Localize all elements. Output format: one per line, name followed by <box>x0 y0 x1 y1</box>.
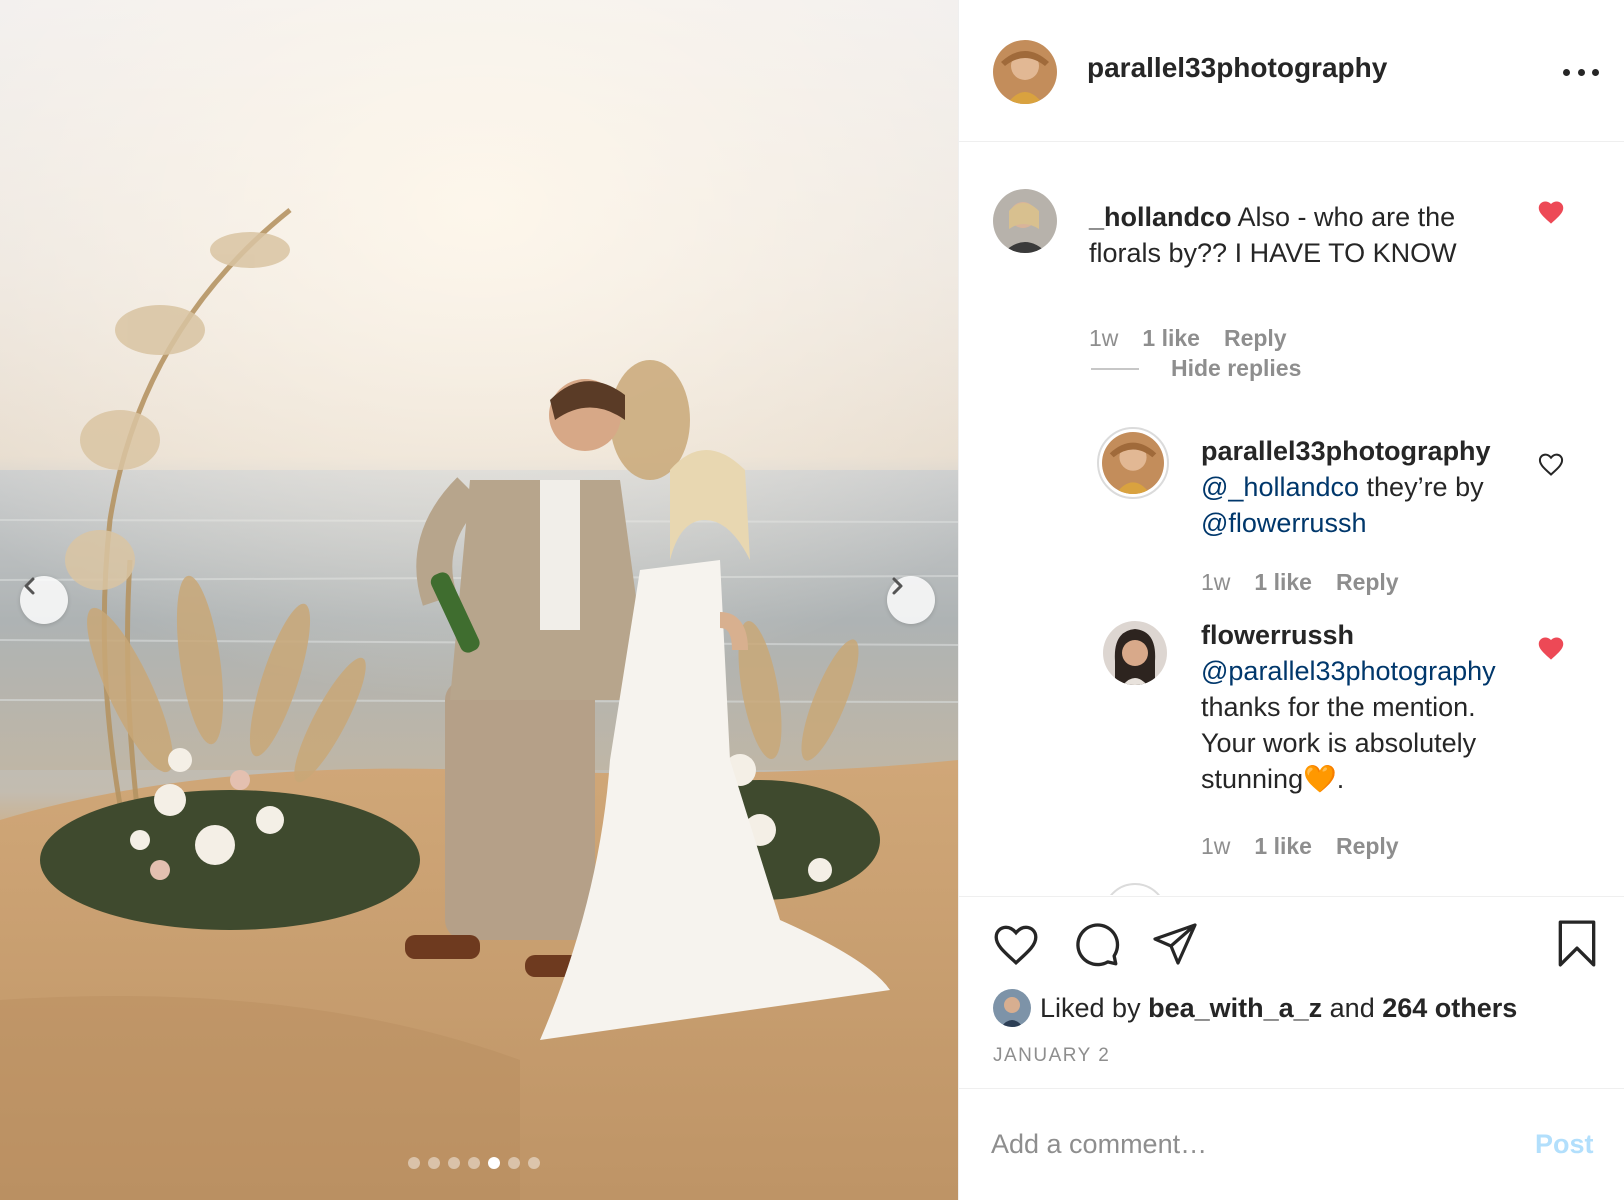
previous-photo-button[interactable] <box>20 576 68 624</box>
dot-icon <box>1563 68 1570 76</box>
reply-meta: 1w 1 like Reply <box>1201 833 1399 860</box>
reply-body-line: stunning🧡. <box>1201 764 1345 794</box>
reply-text: parallel33photography @_hollandco they’r… <box>1201 433 1541 541</box>
comment-heart-filled-icon[interactable] <box>1537 199 1565 225</box>
bookmark-icon <box>1558 920 1596 967</box>
next-photo-button[interactable] <box>887 576 935 624</box>
hide-replies-label: Hide replies <box>1171 355 1302 381</box>
comment-likes[interactable]: 1 like <box>1142 325 1200 352</box>
post-comment-button[interactable]: Post <box>1535 1129 1594 1160</box>
reply-item: flowerrussh @parallel33photography thank… <box>1097 620 1597 891</box>
add-comment-bar: Post <box>959 1088 1624 1200</box>
post-header: parallel33photography <box>959 0 1624 142</box>
likes-text: Liked by bea_with_a_z and 264 others <box>1040 993 1517 1024</box>
author-avatar[interactable] <box>993 40 1057 104</box>
save-button[interactable] <box>1555 919 1599 974</box>
likes-summary: Liked by bea_with_a_z and 264 others <box>993 989 1517 1027</box>
reply-time: 1w <box>1201 833 1231 859</box>
comment-meta: 1w 1 like Reply <box>1089 325 1287 352</box>
reply-likes[interactable]: 1 like <box>1254 833 1312 860</box>
comment-item: _hollandco Also - who are the florals by… <box>993 189 1593 351</box>
author-username[interactable]: parallel33photography <box>1087 52 1387 84</box>
chevron-right-icon <box>892 577 903 595</box>
hide-replies-button[interactable]: Hide replies <box>1091 355 1301 382</box>
comment-bubble-icon <box>1076 923 1120 967</box>
dot-icon <box>1592 68 1599 76</box>
carousel-dot <box>508 1157 520 1169</box>
comments-list: _hollandco Also - who are the florals by… <box>959 143 1624 895</box>
reply-text: flowerrussh @parallel33photography thank… <box>1201 617 1561 797</box>
like-button[interactable] <box>991 921 1041 972</box>
reply-button[interactable]: Reply <box>1336 833 1399 860</box>
reply-item: parallel33photography @_hollandco they’r… <box>1097 427 1597 597</box>
reply-time: 1w <box>1201 569 1231 595</box>
likes-middle: and <box>1322 992 1383 1023</box>
liker-avatar[interactable] <box>993 989 1031 1027</box>
comment-heart-outline-icon[interactable] <box>1537 451 1565 477</box>
divider-line <box>1091 367 1139 370</box>
comment-time: 1w <box>1089 325 1119 351</box>
reply-username[interactable]: flowerrussh <box>1201 617 1561 653</box>
paper-plane-icon <box>1153 923 1197 965</box>
heart-icon <box>994 925 1038 966</box>
reply-body-line: Your work is absolutely <box>1201 728 1477 758</box>
reply-body-line: thanks for the mention. <box>1201 692 1476 722</box>
replier-avatar[interactable] <box>1097 427 1169 499</box>
carousel-dot <box>448 1157 460 1169</box>
share-button[interactable] <box>1151 921 1199 972</box>
liker-username[interactable]: bea_with_a_z <box>1148 993 1322 1023</box>
reply-button[interactable]: Reply <box>1336 569 1399 596</box>
reply-meta: 1w 1 like Reply <box>1201 569 1399 596</box>
chevron-left-icon <box>24 577 35 595</box>
comment-text: _hollandco Also - who are the florals by… <box>1089 199 1509 271</box>
mention-link[interactable]: @flowerrussh <box>1201 508 1366 538</box>
more-options-button[interactable] <box>1563 58 1599 86</box>
post-photo[interactable] <box>0 0 958 1200</box>
carousel-dot <box>468 1157 480 1169</box>
reply-button[interactable]: Reply <box>1224 325 1287 352</box>
reply-body: they’re by <box>1359 472 1484 502</box>
carousel-dot <box>528 1157 540 1169</box>
post-side-panel: parallel33photography _hollandco Also - … <box>958 0 1624 1200</box>
likes-prefix: Liked by <box>1040 992 1149 1023</box>
wedding-photo-illustration <box>0 0 958 1200</box>
mention-link[interactable]: @_hollandco <box>1201 472 1359 502</box>
comment-button[interactable] <box>1071 919 1121 974</box>
comment-heart-filled-icon[interactable] <box>1537 635 1565 661</box>
carousel-dot <box>408 1157 420 1169</box>
carousel-indicator <box>408 1157 540 1169</box>
mention-link[interactable]: @parallel33photography <box>1201 653 1561 689</box>
comment-username[interactable]: _hollandco <box>1089 202 1232 232</box>
post-actions: Liked by bea_with_a_z and 264 others JAN… <box>959 896 1624 1086</box>
likes-others-link[interactable]: 264 others <box>1382 993 1517 1023</box>
carousel-dot <box>488 1157 500 1169</box>
reply-username[interactable]: parallel33photography <box>1201 433 1541 469</box>
commenter-avatar[interactable] <box>993 189 1057 253</box>
carousel-dot <box>428 1157 440 1169</box>
reply-likes[interactable]: 1 like <box>1254 569 1312 596</box>
dot-icon <box>1577 68 1585 76</box>
comment-input[interactable] <box>991 1119 1511 1169</box>
post-date[interactable]: JANUARY 2 <box>993 1045 1110 1067</box>
replier-avatar[interactable] <box>1103 621 1167 685</box>
